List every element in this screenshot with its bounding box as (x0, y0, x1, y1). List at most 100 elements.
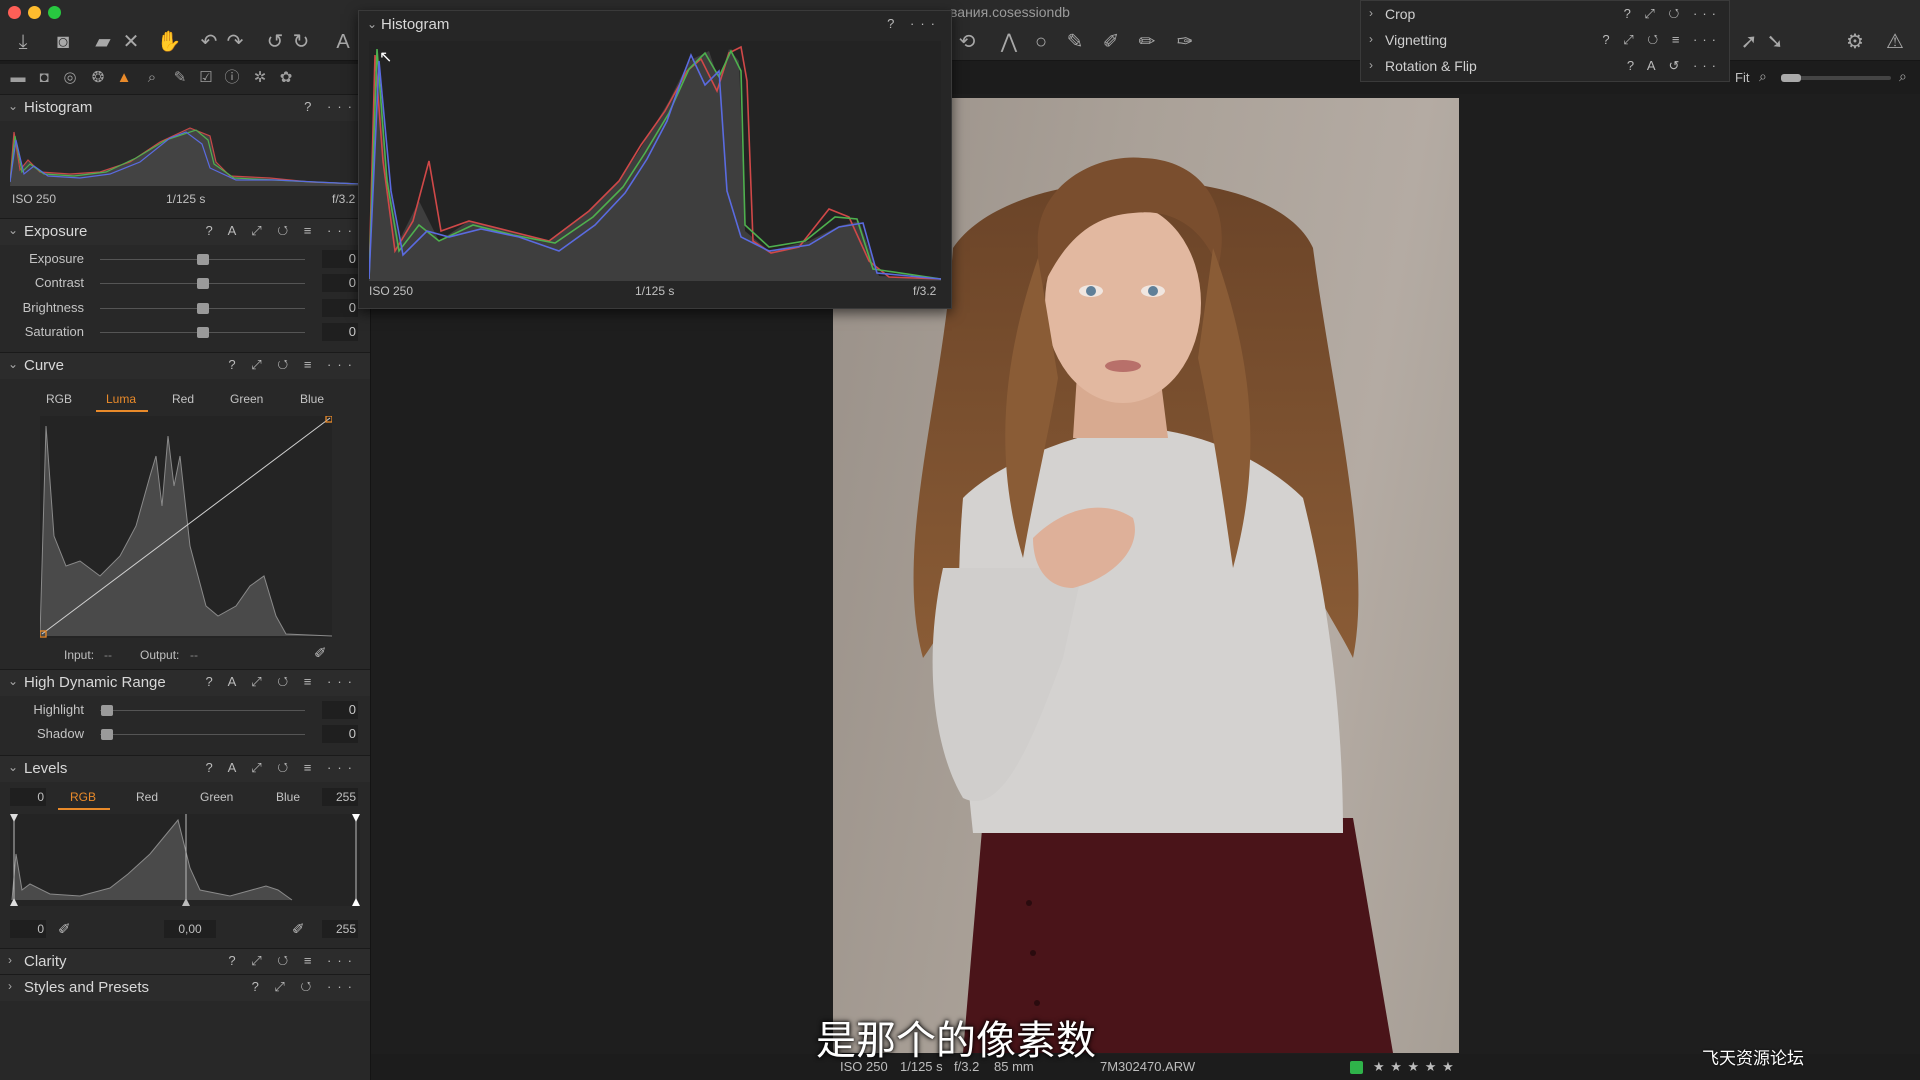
capture-tab-icon[interactable]: ◘ (34, 68, 54, 88)
brush-icon[interactable]: ✎ (1062, 30, 1088, 54)
section-tools[interactable]: ? A ⤢ ↺ ≡ ··· (206, 223, 358, 239)
tab-blue[interactable]: Blue (276, 790, 300, 804)
exposure-tab-icon[interactable]: ▲ (114, 68, 134, 88)
levels-output-min-field[interactable]: 0 (10, 920, 46, 938)
zoom-window-button[interactable] (48, 6, 61, 19)
levels-input-max-field[interactable]: 255 (322, 788, 358, 806)
zoom-in-icon[interactable]: ⌕ (1899, 68, 1907, 85)
minimize-window-button[interactable] (28, 6, 41, 19)
slider-knob[interactable] (197, 303, 209, 314)
redo-icon[interactable]: ↷ (222, 30, 248, 54)
crop-tool-row[interactable]: › Crop ? ⤢ ↺ ··· (1361, 2, 1729, 28)
section-tools[interactable]: ? ··· (304, 99, 358, 114)
status-filename: 7M302470.ARW (1100, 1059, 1196, 1074)
slider-value-field[interactable]: 0 (322, 323, 358, 341)
local-adjust-tab-icon[interactable]: ✎ (170, 68, 190, 88)
library-tab-icon[interactable]: ▬ (8, 68, 28, 88)
section-tools[interactable]: ? ⤢ ↺ ≡ ··· (228, 357, 358, 373)
hand-icon[interactable]: ✋ (156, 30, 182, 54)
tab-red[interactable]: Red (136, 790, 158, 804)
metadata-tab-icon[interactable]: ⓘ (222, 68, 242, 88)
section-tools[interactable]: ? A ⤢ ↺ ≡ ··· (206, 760, 358, 776)
eraser-icon[interactable]: ✑ (1172, 30, 1198, 54)
clarity-section-header[interactable]: › Clarity ? ⤢ ↺ ≡ ··· (0, 948, 370, 975)
rotate-right-icon[interactable]: ↻ (288, 30, 314, 54)
black-eyedropper-icon[interactable]: ✐ (58, 920, 71, 938)
levels-output-max-field[interactable]: 255 (322, 920, 358, 938)
tab-red[interactable]: Red (172, 392, 194, 406)
levels-midpoint-field[interactable]: 0,00 (164, 920, 216, 938)
slider-knob[interactable] (197, 327, 209, 338)
close-window-button[interactable] (8, 6, 21, 19)
vignetting-tool-row[interactable]: › Vignetting ? ⤢ ↺ ≡ ··· (1361, 28, 1729, 54)
rating-stars[interactable]: ★ ★ ★ ★ ★ (1373, 1059, 1455, 1075)
tab-luma[interactable]: Luma (106, 392, 136, 406)
levels-section-header[interactable]: ⌄ Levels ? A ⤢ ↺ ≡ ··· (0, 755, 370, 782)
tool-row-actions[interactable]: ? A ↺ ··· (1627, 58, 1721, 74)
tab-rgb[interactable]: RGB (70, 790, 96, 804)
move-to-folder-icon[interactable]: ▰ (90, 30, 116, 54)
color-tab-icon[interactable]: ❂ (88, 68, 108, 88)
styles-section-header[interactable]: › Styles and Presets ? ⤢ ↺ ··· (0, 974, 370, 1001)
histogram-section-header[interactable]: ⌄ Histogram ? ··· (0, 94, 370, 121)
curve-section-header[interactable]: ⌄ Curve ? ⤢ ↺ ≡ ··· (0, 352, 370, 379)
delete-icon[interactable]: ✕ (118, 30, 144, 54)
keystone-icon[interactable]: ⋀ (996, 30, 1022, 54)
slider-track[interactable] (100, 710, 305, 711)
histogram-popup-window[interactable]: ⌄ Histogram ? ··· ISO 250 1/125 s f/3.2 … (358, 10, 952, 309)
import-icon[interactable]: ⤓ (10, 30, 36, 54)
lens-tab-icon[interactable]: ◎ (60, 68, 80, 88)
tool-row-actions[interactable]: ? ⤢ ↺ ≡ ··· (1602, 32, 1721, 48)
auto-adjust-icon[interactable]: A (330, 30, 356, 54)
batch-tab-icon[interactable]: ✿ (276, 68, 296, 88)
cursor-pick-icon[interactable]: ➚ (1736, 30, 1762, 54)
gradient-mask-icon[interactable]: ✏ (1134, 30, 1160, 54)
gear-icon[interactable]: ⚙ (1842, 30, 1868, 54)
levels-graph[interactable] (10, 814, 360, 906)
tab-blue[interactable]: Blue (300, 392, 324, 406)
color-tag-badge[interactable] (1350, 1061, 1363, 1074)
rotate-left-icon[interactable]: ↺ (262, 30, 288, 54)
tab-green[interactable]: Green (230, 392, 263, 406)
histogram-mini-graph (10, 127, 360, 186)
settings-tab-icon[interactable]: ✲ (250, 68, 270, 88)
curve-graph[interactable] (40, 416, 332, 638)
slider-value-field[interactable]: 0 (322, 725, 358, 743)
tool-row-actions[interactable]: ? ⤢ ↺ ··· (1624, 6, 1721, 22)
draw-mask-icon[interactable]: ✐ (1098, 30, 1124, 54)
slider-value-field[interactable]: 0 (322, 701, 358, 719)
slider-track[interactable] (100, 734, 305, 735)
slider-knob[interactable] (101, 729, 113, 740)
section-tools[interactable]: ? ⤢ ↺ ≡ ··· (228, 953, 358, 969)
rotation-flip-tool-row[interactable]: › Rotation & Flip ? A ↺ ··· (1361, 54, 1729, 80)
warning-icon[interactable]: ⚠ (1882, 30, 1908, 54)
histogram-popup-header[interactable]: ⌄ Histogram ? ··· (359, 11, 951, 39)
undo-icon[interactable]: ↶ (196, 30, 222, 54)
rotate-tool-icon[interactable]: ⟲ (954, 30, 980, 54)
exposure-section-header[interactable]: ⌄ Exposure ? A ⤢ ↺ ≡ ··· (0, 218, 370, 245)
tab-green[interactable]: Green (200, 790, 233, 804)
slider-value-field[interactable]: 0 (322, 250, 358, 268)
apply-icon[interactable]: ➘ (1762, 30, 1788, 54)
zoom-slider[interactable] (1781, 74, 1891, 82)
section-tools[interactable]: ? ⤢ ↺ ··· (252, 979, 358, 995)
tab-rgb[interactable]: RGB (46, 392, 72, 406)
output-tab-icon[interactable]: ☑ (196, 68, 216, 88)
white-eyedropper-icon[interactable]: ✐ (292, 920, 305, 938)
spot-removal-icon[interactable]: ○ (1028, 30, 1054, 54)
slider-knob[interactable] (101, 705, 113, 716)
section-tools[interactable]: ? A ⤢ ↺ ≡ ··· (206, 674, 358, 690)
slider-value-field[interactable]: 0 (322, 274, 358, 292)
levels-input-min-field[interactable]: 0 (10, 788, 46, 806)
slider-knob[interactable] (197, 278, 209, 289)
details-tab-icon[interactable]: ⌕ (142, 68, 162, 88)
camera-icon[interactable]: ◙ (50, 30, 76, 54)
hdr-section-header[interactable]: ⌄ High Dynamic Range ? A ⤢ ↺ ≡ ··· (0, 669, 370, 696)
slider-knob[interactable] (197, 254, 209, 265)
curve-picker-icon[interactable]: ✐ (314, 644, 327, 662)
popup-iso: ISO 250 (369, 284, 414, 298)
zoom-out-icon[interactable]: ⌕ (1759, 68, 1767, 85)
tool-row-label: Vignetting (1385, 32, 1448, 48)
popup-tools[interactable]: ? ··· (887, 16, 941, 31)
slider-value-field[interactable]: 0 (322, 299, 358, 317)
